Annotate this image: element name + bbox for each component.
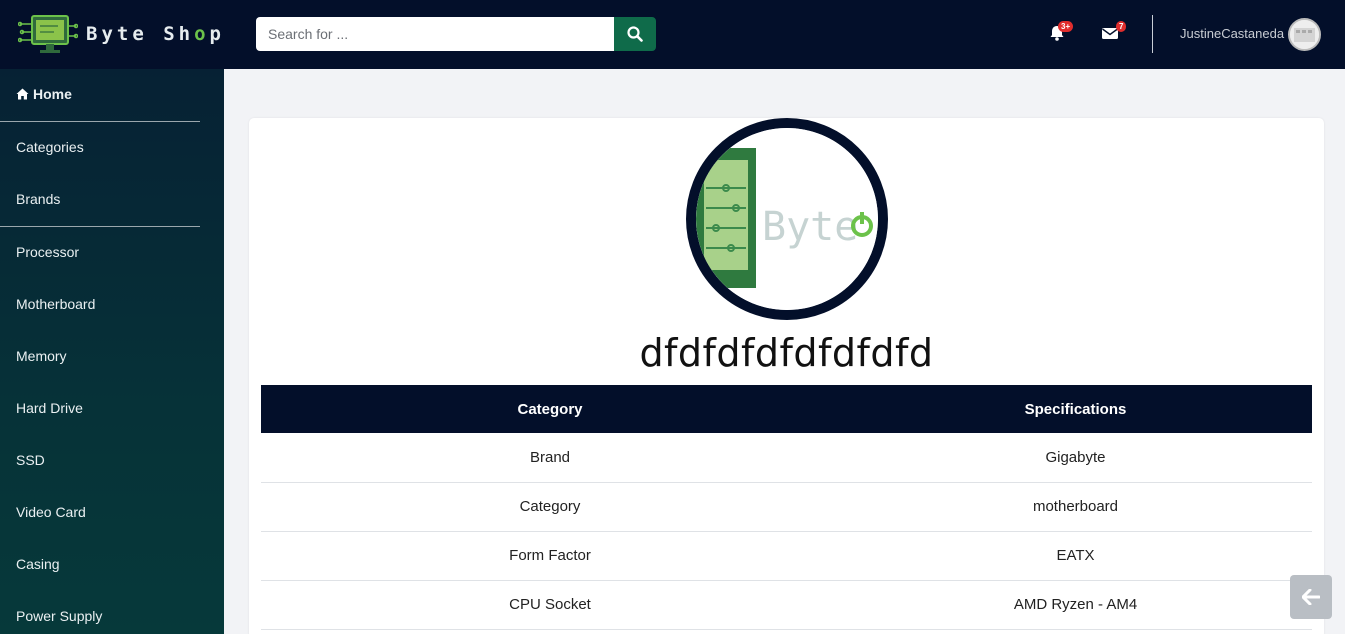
search-input[interactable] xyxy=(256,17,614,51)
column-header-specifications: Specifications xyxy=(839,385,1312,433)
brand-name: Byte Shop xyxy=(86,23,225,45)
sidebar-item-video-card[interactable]: Video Card xyxy=(16,504,86,520)
message-count-badge: 7 xyxy=(1116,21,1127,32)
spec-value: AMD Ryzen - AM4 xyxy=(839,580,1312,630)
spec-label: Brand xyxy=(261,433,839,483)
notification-count-badge: 3+ xyxy=(1058,21,1074,32)
search-button[interactable] xyxy=(614,17,656,51)
spec-value: Gigabyte xyxy=(839,433,1312,483)
sidebar-divider xyxy=(0,121,200,122)
sidebar-item-casing[interactable]: Casing xyxy=(16,556,60,572)
sidebar-item-categories[interactable]: Categories xyxy=(16,139,84,155)
table-header-row: Category Specifications xyxy=(261,385,1312,433)
table-row: CPU Socket AMD Ryzen - AM4 xyxy=(261,580,1312,630)
sidebar-item-ssd[interactable]: SSD xyxy=(16,452,45,468)
messages-button[interactable]: 7 xyxy=(1101,21,1127,47)
search-icon xyxy=(627,26,643,42)
sidebar-item-hard-drive[interactable]: Hard Drive xyxy=(16,400,83,416)
spec-value: EATX xyxy=(839,531,1312,581)
arrow-left-icon xyxy=(1302,589,1320,605)
specifications-table: Category Specifications Brand Gigabyte C… xyxy=(261,385,1312,630)
sidebar-divider xyxy=(0,226,200,227)
svg-text:Byte Sh: Byte Sh xyxy=(762,204,878,250)
circuit-monitor-icon xyxy=(17,12,79,56)
spec-label: Form Factor xyxy=(261,531,839,581)
table-row: Form Factor EATX xyxy=(261,531,1312,581)
sidebar-item-motherboard[interactable]: Motherboard xyxy=(16,296,95,312)
user-avatar[interactable] xyxy=(1288,18,1321,51)
topbar-divider xyxy=(1152,15,1153,53)
user-name[interactable]: JustineCastaneda xyxy=(1180,26,1284,41)
spec-label: Category xyxy=(261,482,839,532)
sidebar-item-home[interactable]: Home xyxy=(16,86,72,102)
table-row: Brand Gigabyte xyxy=(261,433,1312,483)
sidebar-item-processor[interactable]: Processor xyxy=(16,244,79,260)
sidebar: Home Categories Brands Processor Motherb… xyxy=(0,69,224,634)
product-image: Byte Sh xyxy=(686,118,888,320)
spec-value: motherboard xyxy=(839,482,1312,532)
brand-logo[interactable]: Byte Shop xyxy=(17,12,225,56)
notifications-button[interactable]: 3+ xyxy=(1048,21,1074,47)
home-icon xyxy=(16,88,29,100)
sidebar-item-memory[interactable]: Memory xyxy=(16,348,67,364)
spec-label: CPU Socket xyxy=(261,580,839,630)
sidebar-item-label: Home xyxy=(33,86,72,102)
search-bar xyxy=(256,17,656,51)
column-header-category: Category xyxy=(261,385,839,433)
top-navbar: Byte Shop 3+ 7 JustineCastaneda xyxy=(0,0,1345,69)
table-row: Category motherboard xyxy=(261,482,1312,532)
sidebar-item-power-supply[interactable]: Power Supply xyxy=(16,608,102,624)
back-button[interactable] xyxy=(1290,575,1332,619)
product-title: dfdfdfdfdfdfdfd xyxy=(639,331,934,375)
sidebar-item-brands[interactable]: Brands xyxy=(16,191,60,207)
